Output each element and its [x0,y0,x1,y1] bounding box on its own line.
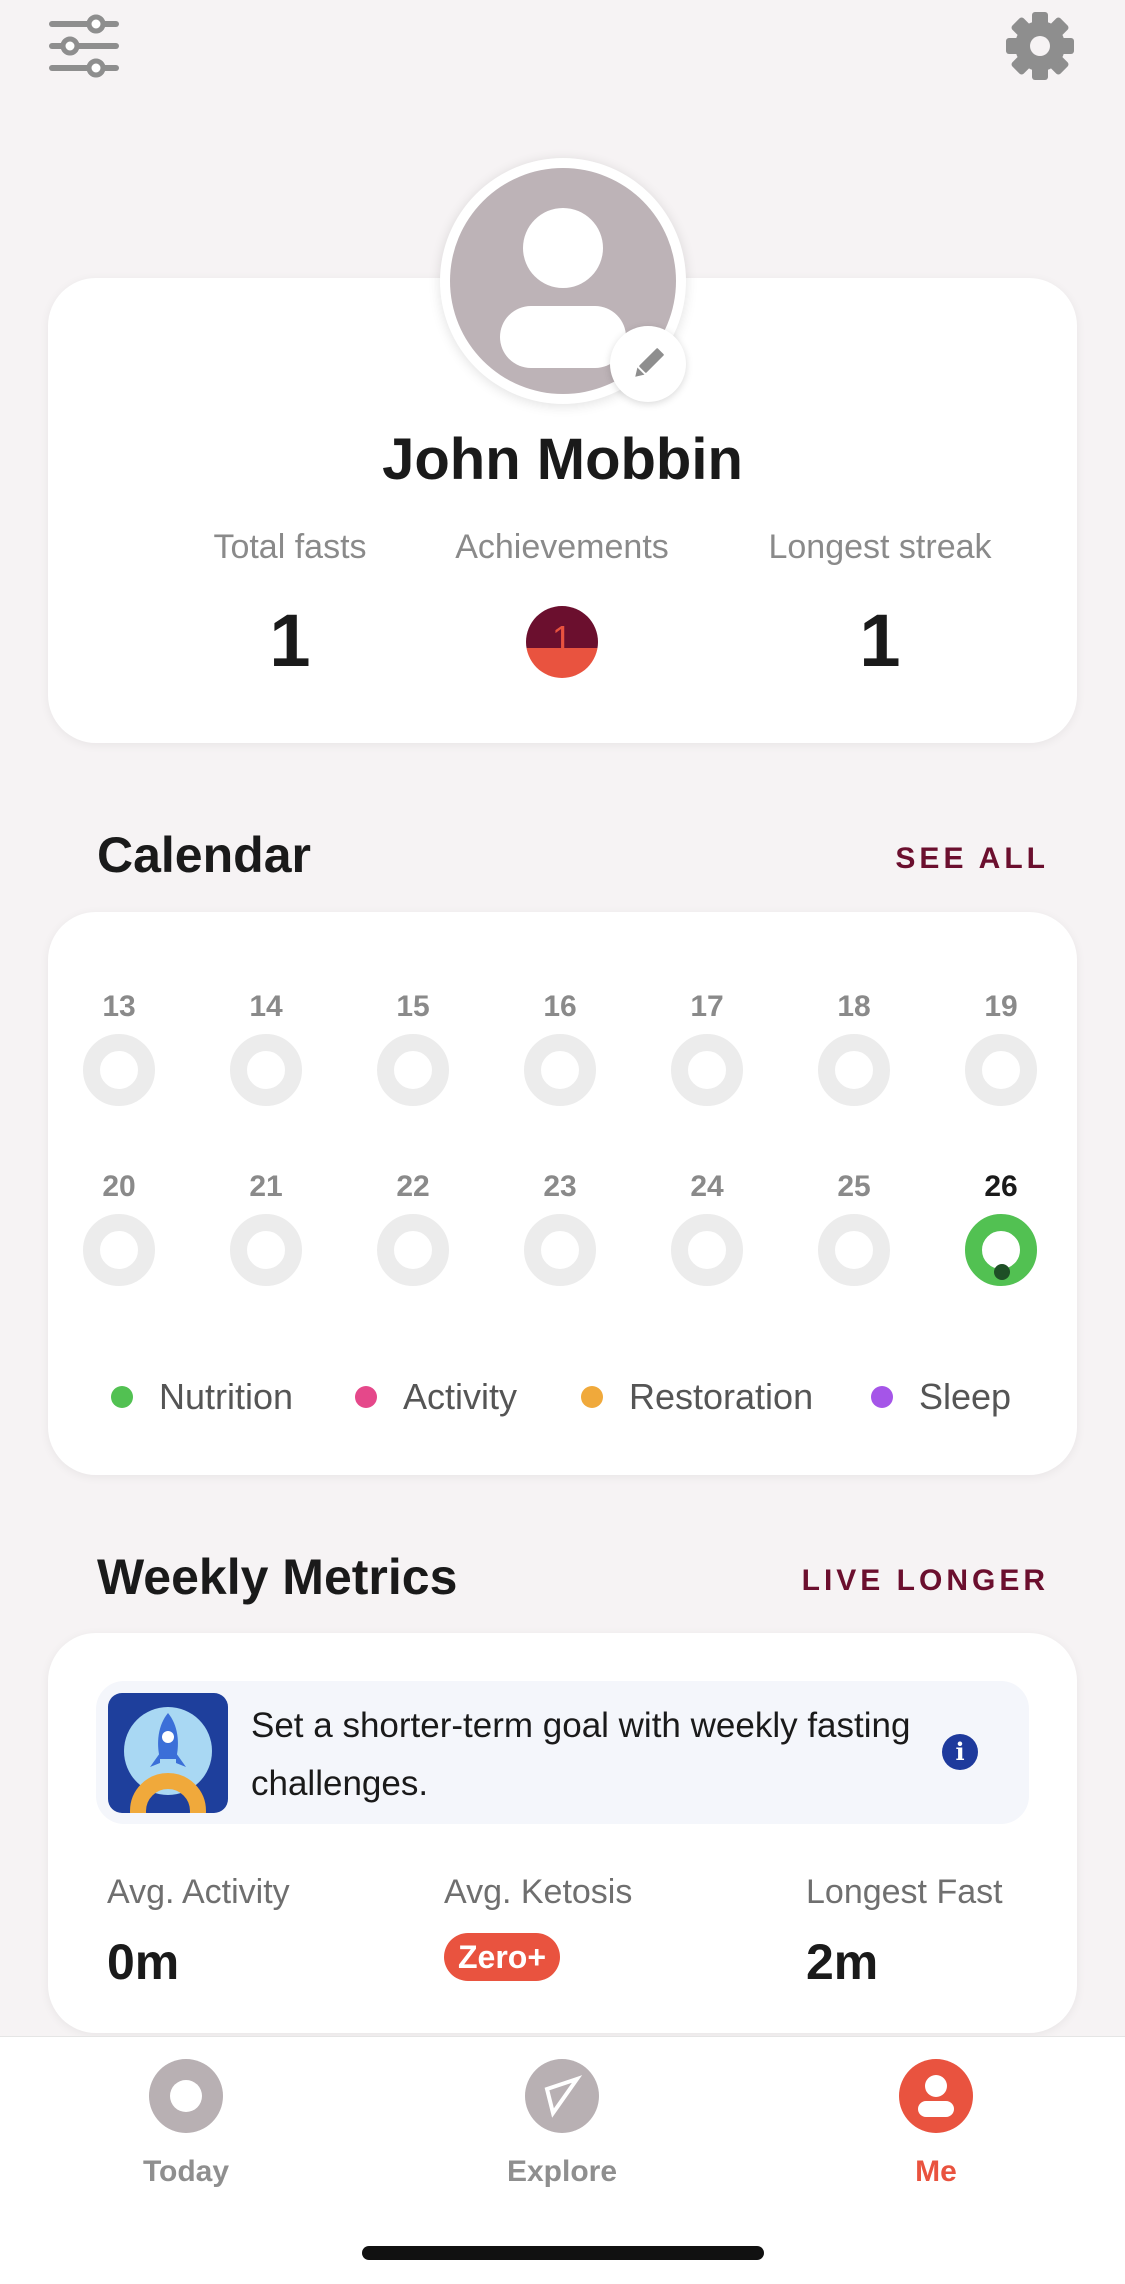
tab-explore[interactable]: Explore [462,2059,662,2189]
calendar-day-today[interactable]: 26 [946,1170,1056,1286]
longest-streak-label: Longest streak [768,528,992,566]
day-ring [83,1034,155,1106]
live-longer-link[interactable]: LIVE LONGER [802,1564,1049,1598]
avg-activity-label: Avg. Activity [107,1873,290,1911]
home-indicator [362,2246,764,2260]
day-ring-active [965,1214,1037,1286]
day-ring [230,1034,302,1106]
day-ring [377,1214,449,1286]
sliders-icon[interactable] [48,14,120,78]
achievements-label: Achievements [455,528,669,566]
day-ring [818,1034,890,1106]
person-icon [899,2059,973,2133]
day-ring [671,1214,743,1286]
tab-today[interactable]: Today [86,2059,286,2189]
day-ring [671,1034,743,1106]
calendar-day[interactable]: 24 [652,1170,762,1286]
sleep-dot-icon [871,1386,893,1408]
calendar-day[interactable]: 15 [358,990,468,1106]
profile-name: John Mobbin [382,427,743,492]
avg-activity-value: 0m [107,1934,180,1990]
legend-activity: Activity [355,1372,517,1422]
calendar-day[interactable]: 17 [652,990,762,1106]
zero-plus-badge[interactable]: Zero+ [444,1933,561,1981]
rocket-icon [108,1693,228,1813]
activity-dot-icon [355,1386,377,1408]
legend-nutrition: Nutrition [111,1372,293,1422]
progress-dot [994,1264,1010,1280]
longest-streak-value: 1 [859,599,901,682]
longest-fast-value: 2m [806,1934,879,1990]
calendar-day[interactable]: 22 [358,1170,468,1286]
calendar-day[interactable]: 21 [211,1170,321,1286]
gear-icon[interactable] [1004,10,1076,82]
longest-fast-label: Longest Fast [806,1873,1003,1911]
day-ring [83,1214,155,1286]
calendar-day[interactable]: 13 [64,990,174,1106]
legend-sleep: Sleep [871,1372,1011,1422]
calendar-card: 13 14 15 16 17 18 19 20 21 22 23 24 25 2… [48,912,1077,1475]
weekly-metrics-title: Weekly Metrics [97,1549,458,1605]
calendar-title: Calendar [97,827,311,883]
today-icon [149,2059,223,2133]
day-ring [230,1214,302,1286]
edit-avatar-button[interactable] [610,326,686,402]
achievement-badge[interactable]: 1 [526,606,598,678]
day-ring [524,1034,596,1106]
info-icon[interactable]: i [942,1734,978,1770]
day-ring [818,1214,890,1286]
top-bar [0,0,1125,100]
pencil-icon [635,348,664,377]
legend-restoration: Restoration [581,1372,813,1422]
total-fasts-value: 1 [269,599,311,682]
challenge-text: Set a shorter-term goal with weekly fast… [251,1706,911,1803]
achievements-count: 1 [551,618,573,659]
calendar-day[interactable]: 18 [799,990,909,1106]
calendar-day[interactable]: 16 [505,990,615,1106]
calendar-day[interactable]: 20 [64,1170,174,1286]
see-all-link[interactable]: SEE ALL [895,842,1049,876]
weekly-challenge-banner[interactable]: Set a shorter-term goal with weekly fast… [96,1681,1029,1824]
avg-ketosis-label: Avg. Ketosis [444,1873,633,1911]
day-ring [377,1034,449,1106]
calendar-day[interactable]: 23 [505,1170,615,1286]
day-ring [524,1214,596,1286]
calendar-day[interactable]: 25 [799,1170,909,1286]
weekly-metrics-card: Set a shorter-term goal with weekly fast… [48,1633,1077,2033]
calendar-day[interactable]: 14 [211,990,321,1106]
compass-icon [525,2059,599,2133]
day-ring [965,1034,1037,1106]
nutrition-dot-icon [111,1386,133,1408]
calendar-day[interactable]: 19 [946,990,1056,1106]
tab-me[interactable]: Me [836,2059,1036,2189]
restoration-dot-icon [581,1386,603,1408]
